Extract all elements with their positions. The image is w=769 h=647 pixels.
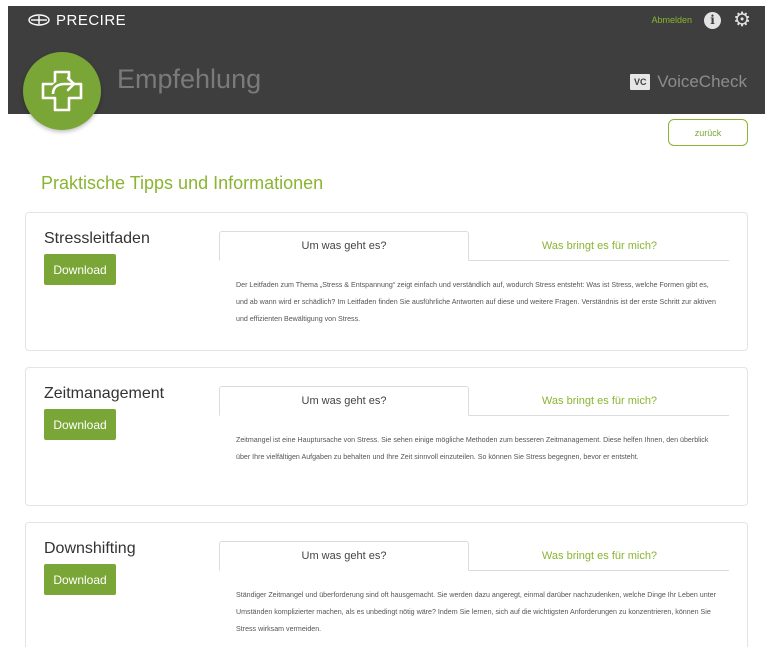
tab-what-is-it[interactable]: Um was geht es? xyxy=(219,386,469,416)
tab-what-is-it[interactable]: Um was geht es? xyxy=(219,231,469,261)
cross-arrow-icon xyxy=(41,70,83,112)
card-description: Zeitmangel ist eine Hauptursache von Str… xyxy=(236,436,709,461)
precire-logo-icon xyxy=(28,14,50,26)
download-button[interactable]: Download xyxy=(44,564,116,595)
tab-benefits[interactable]: Was bringt es für mich? xyxy=(470,231,729,260)
logout-link[interactable]: Abmelden xyxy=(652,15,693,25)
section-title: Praktische Tipps und Informationen xyxy=(41,173,324,193)
download-button[interactable]: Download xyxy=(44,254,116,285)
page-title: Empfehlung xyxy=(117,64,262,94)
app-frame: PRECIRE Abmelden i ⚙ Empfehlung VC Voice… xyxy=(8,6,765,647)
brand-name: PRECIRE xyxy=(56,11,127,29)
card-title: Downshifting xyxy=(44,540,136,557)
product-label: VC VoiceCheck xyxy=(630,72,747,92)
top-links: Abmelden i ⚙ xyxy=(652,10,751,30)
card-description: Ständiger Zeitmangel und überforderung s… xyxy=(236,591,716,633)
header-bar: PRECIRE Abmelden i ⚙ Empfehlung VC Voice… xyxy=(8,6,765,114)
card-description: Der Leitfaden zum Thema „Stress & Entspa… xyxy=(236,281,716,323)
tab-benefits[interactable]: Was bringt es für mich? xyxy=(470,541,729,570)
back-button[interactable]: zurück xyxy=(668,119,748,146)
voicecheck-badge-icon: VC xyxy=(630,74,651,90)
tab-benefits[interactable]: Was bringt es für mich? xyxy=(470,386,729,415)
product-name: VoiceCheck xyxy=(657,72,747,91)
info-card-downshifting: Downshifting Download Um was geht es? Wa… xyxy=(25,522,748,647)
download-button[interactable]: Download xyxy=(44,409,116,440)
brand-logo[interactable]: PRECIRE xyxy=(28,11,126,29)
info-card-stressleitfaden: Stressleitfaden Download Um was geht es?… xyxy=(25,212,748,351)
info-card-zeitmanagement: Zeitmanagement Download Um was geht es? … xyxy=(25,367,748,506)
gear-icon[interactable]: ⚙ xyxy=(733,10,751,30)
card-title: Stressleitfaden xyxy=(44,230,150,247)
info-icon[interactable]: i xyxy=(704,11,722,29)
tab-what-is-it[interactable]: Um was geht es? xyxy=(219,541,469,571)
recommendation-logo xyxy=(23,52,101,130)
card-title: Zeitmanagement xyxy=(44,385,165,402)
